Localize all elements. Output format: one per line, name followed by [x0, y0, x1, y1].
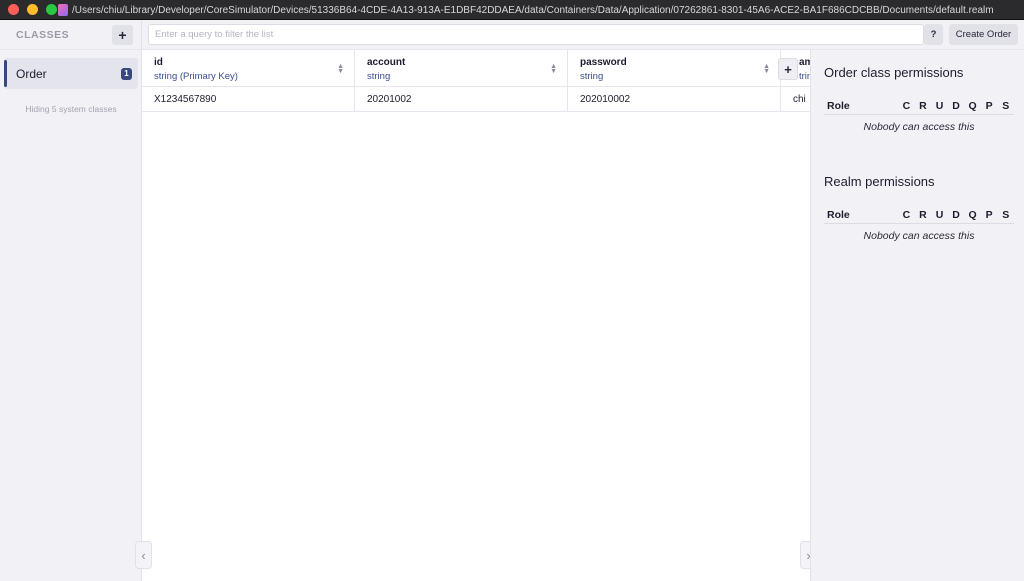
class-count-badge: 1	[121, 67, 132, 80]
add-property-button[interactable]: +	[778, 58, 798, 80]
flag-create: C	[902, 208, 911, 221]
flag-update: U	[935, 208, 944, 221]
class-permissions-title: Order class permissions	[824, 65, 964, 80]
column-type: string	[580, 71, 604, 82]
flag-delete: D	[952, 99, 960, 112]
minimize-window-button[interactable]	[27, 4, 38, 15]
permissions-header-row: Role C R U D Q P S	[824, 97, 1014, 115]
permissions-header-row: Role C R U D Q P S	[824, 206, 1014, 224]
class-item-order[interactable]: Order 1	[4, 58, 138, 89]
query-bar: ? Create Order	[142, 20, 1024, 50]
class-permissions-empty: Nobody can access this	[863, 121, 975, 133]
flag-set-schema: S	[1002, 99, 1010, 112]
objects-table: id string (Primary Key) ▲ ▼ account strin…	[142, 50, 810, 581]
column-header-password[interactable]: password string ▲ ▼	[568, 50, 781, 87]
table-cell-amount-partial[interactable]: chi	[781, 87, 810, 112]
column-name: id	[154, 57, 163, 68]
column-name: am	[799, 57, 810, 68]
column-header-id[interactable]: id string (Primary Key) ▲ ▼	[142, 50, 355, 87]
column-type: string (Primary Key)	[154, 71, 238, 82]
table-cell-id[interactable]: X1234567890	[142, 87, 355, 112]
realm-file-icon	[58, 4, 68, 16]
query-help-button[interactable]: ?	[924, 24, 943, 45]
window-titlebar: /Users/chiu/Library/Developer/CoreSimula…	[0, 0, 1024, 20]
flag-query: Q	[968, 208, 977, 221]
role-column-label: Role	[827, 208, 850, 221]
column-name: account	[367, 57, 406, 68]
flag-read: R	[919, 99, 927, 112]
sidebar-header: CLASSES +	[0, 20, 141, 50]
flag-set-permissions: P	[985, 208, 993, 221]
flag-delete: D	[952, 208, 960, 221]
class-item-label: Order	[16, 66, 47, 81]
collapse-sidebar-button[interactable]: ‹	[135, 541, 152, 569]
column-type: trin	[799, 71, 810, 82]
realm-permissions-empty: Nobody can access this	[863, 230, 975, 242]
permissions-panel: Order class permissions Role C R U D Q P…	[810, 50, 1024, 581]
query-filter-input[interactable]	[148, 24, 924, 45]
column-type: string	[367, 71, 391, 82]
realm-permissions-section: Realm permissions Role C R U D Q P S Nob…	[824, 174, 1014, 242]
flag-set-permissions: P	[985, 99, 993, 112]
table-cell-account[interactable]: 20201002	[355, 87, 568, 112]
table-cell-password[interactable]: 202010002	[568, 87, 781, 112]
window-title-wrap: /Users/chiu/Library/Developer/CoreSimula…	[58, 0, 994, 20]
sort-icon[interactable]: ▲ ▼	[337, 63, 344, 75]
flag-update: U	[935, 99, 944, 112]
window-title: /Users/chiu/Library/Developer/CoreSimula…	[72, 4, 994, 16]
zoom-window-button[interactable]	[46, 4, 57, 15]
window-controls	[8, 4, 57, 15]
hidden-system-classes-note: Hiding 5 system classes	[25, 104, 117, 114]
column-name: password	[580, 57, 627, 68]
sidebar-title: CLASSES	[16, 28, 70, 41]
flag-read: R	[919, 208, 927, 221]
flag-create: C	[902, 99, 911, 112]
sort-icon[interactable]: ▲ ▼	[763, 63, 770, 75]
flag-query: Q	[968, 99, 977, 112]
sort-icon[interactable]: ▲ ▼	[550, 63, 557, 75]
role-column-label: Role	[827, 99, 850, 112]
add-class-button[interactable]: +	[112, 24, 133, 45]
close-window-button[interactable]	[8, 4, 19, 15]
create-order-button[interactable]: Create Order	[949, 24, 1018, 45]
class-permissions-section: Order class permissions Role C R U D Q P…	[824, 65, 1014, 133]
realm-permissions-title: Realm permissions	[824, 174, 935, 189]
flag-set-schema: S	[1002, 208, 1010, 221]
column-header-account[interactable]: account string ▲ ▼	[355, 50, 568, 87]
classes-sidebar: CLASSES + Order 1 Hiding 5 system classe…	[0, 20, 142, 581]
